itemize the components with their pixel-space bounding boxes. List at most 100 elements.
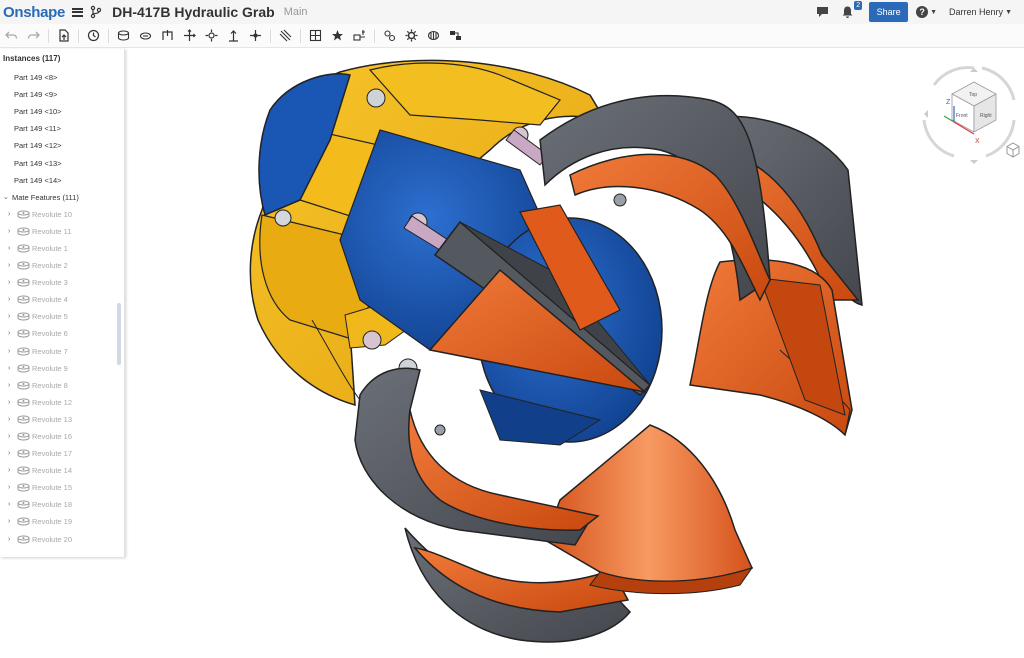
onshape-logo[interactable]: Onshape xyxy=(3,4,65,21)
mate-row[interactable]: › Revolute 6 xyxy=(0,325,124,342)
comments-icon[interactable] xyxy=(815,5,830,19)
undo-icon[interactable] xyxy=(2,27,20,45)
mate-label: Revolute 7 xyxy=(32,346,68,356)
instance-row[interactable]: Part 149 <12> xyxy=(0,137,124,154)
mate-row[interactable]: › Revolute 15 xyxy=(0,479,124,496)
chevron-right-icon[interactable]: › xyxy=(8,484,17,491)
instance-row[interactable]: Part 149 <11> xyxy=(0,120,124,137)
mate-features-group[interactable]: ⌄ Mate Features (111) xyxy=(0,189,124,206)
user-menu[interactable]: Darren Henry ▼ xyxy=(949,7,1012,17)
mate-icon[interactable] xyxy=(114,27,132,45)
chevron-right-icon[interactable]: › xyxy=(8,399,17,406)
chevron-right-icon[interactable]: › xyxy=(8,365,17,372)
mate-row[interactable]: › Revolute 3 xyxy=(0,274,124,291)
mate-label: Revolute 14 xyxy=(32,466,73,476)
redo-icon[interactable] xyxy=(24,27,42,45)
chevron-right-icon[interactable]: › xyxy=(8,536,17,543)
chevron-right-icon[interactable]: › xyxy=(8,467,17,474)
chevron-right-icon[interactable]: › xyxy=(8,518,17,525)
ball-icon[interactable] xyxy=(202,27,220,45)
group-icon[interactable] xyxy=(328,27,346,45)
cube-right-label: Right xyxy=(980,113,992,119)
chevron-right-icon[interactable]: › xyxy=(8,348,17,355)
named-views-icon[interactable] xyxy=(1005,142,1021,158)
chevron-right-icon[interactable]: › xyxy=(8,416,17,423)
mate-row[interactable]: › Revolute 17 xyxy=(0,445,124,462)
share-button[interactable]: Share xyxy=(869,2,909,22)
hydraulic-grab-model[interactable] xyxy=(125,49,1024,658)
revolute-mate-icon xyxy=(17,466,30,475)
planar-icon[interactable] xyxy=(180,27,198,45)
toolbar-divider xyxy=(300,28,301,43)
mate-label: Revolute 13 xyxy=(32,414,73,424)
gear-relation-icon[interactable] xyxy=(446,27,464,45)
panel-scrollbar[interactable] xyxy=(117,303,121,365)
mate-row[interactable]: › Revolute 14 xyxy=(0,462,124,479)
replicate-icon[interactable] xyxy=(380,27,398,45)
mate-label: Revolute 4 xyxy=(32,295,68,305)
chevron-right-icon[interactable]: › xyxy=(8,296,17,303)
mate-row[interactable]: › Revolute 12 xyxy=(0,394,124,411)
chevron-right-icon[interactable]: › xyxy=(8,450,17,457)
mate-row[interactable]: › Revolute 1 xyxy=(0,240,124,257)
mate-row[interactable]: › Revolute 5 xyxy=(0,308,124,325)
workspace-name[interactable]: Main xyxy=(284,6,308,18)
revolute-mate-icon xyxy=(17,347,30,356)
mate-row[interactable]: › Revolute 2 xyxy=(0,257,124,274)
mate-row[interactable]: › Revolute 18 xyxy=(0,496,124,513)
rotate-down-icon[interactable] xyxy=(970,160,978,164)
mate-row[interactable]: › Revolute 4 xyxy=(0,291,124,308)
instance-row[interactable]: Part 149 <13> xyxy=(0,154,124,171)
mate-row[interactable]: › Revolute 19 xyxy=(0,513,124,530)
instance-row[interactable]: Part 149 <10> xyxy=(0,103,124,120)
rotate-left-icon[interactable] xyxy=(924,110,928,118)
instance-row[interactable]: Part 149 <14> xyxy=(0,172,124,189)
mate-row[interactable]: › Revolute 13 xyxy=(0,411,124,428)
mate-row[interactable]: › Revolute 7 xyxy=(0,343,124,360)
notifications-icon[interactable]: 2 xyxy=(840,1,863,19)
chevron-right-icon[interactable]: › xyxy=(8,433,17,440)
chevron-right-icon[interactable]: › xyxy=(8,382,17,389)
chevron-right-icon[interactable]: › xyxy=(8,501,17,508)
revolute-mate-icon xyxy=(17,312,30,321)
cylindrical-icon[interactable] xyxy=(158,27,176,45)
instances-header[interactable]: Instances (117) xyxy=(0,49,124,69)
slider-icon[interactable] xyxy=(136,27,154,45)
fastened-icon[interactable] xyxy=(246,27,264,45)
chevron-right-icon[interactable]: › xyxy=(8,279,17,286)
chevron-right-icon[interactable]: › xyxy=(8,330,17,337)
mate-label: Revolute 17 xyxy=(32,449,73,459)
mate-row[interactable]: › Revolute 8 xyxy=(0,377,124,394)
document-title[interactable]: DH-417B Hydraulic Grab xyxy=(112,4,275,20)
history-icon[interactable] xyxy=(84,27,102,45)
graphics-viewport[interactable]: Top Front Right Z X xyxy=(125,49,1024,658)
chevron-right-icon[interactable]: › xyxy=(8,228,17,235)
mate-row[interactable]: › Revolute 9 xyxy=(0,360,124,377)
chevron-right-icon[interactable]: › xyxy=(8,313,17,320)
instance-label: Part 149 <14> xyxy=(14,175,62,185)
version-branch-icon[interactable] xyxy=(90,5,102,19)
pattern-icon[interactable] xyxy=(402,27,420,45)
parallel-icon[interactable] xyxy=(276,27,294,45)
revolute-mate-icon xyxy=(17,381,30,390)
chevron-right-icon[interactable]: › xyxy=(8,211,17,218)
help-menu[interactable]: ? ▼ xyxy=(916,6,937,18)
mate-connector-icon[interactable] xyxy=(350,27,368,45)
pin-slot-icon[interactable] xyxy=(224,27,242,45)
mate-row[interactable]: › Revolute 20 xyxy=(0,531,124,548)
revolute-mate-icon xyxy=(17,227,30,236)
mate-row[interactable]: › Revolute 10 xyxy=(0,206,124,223)
relation-icon[interactable] xyxy=(306,27,324,45)
insert-icon[interactable] xyxy=(54,27,72,45)
jaw-bottom-center[interactable] xyxy=(544,424,754,595)
chevron-right-icon[interactable]: › xyxy=(8,262,17,269)
menu-icon[interactable] xyxy=(72,7,84,17)
instance-label: Part 149 <11> xyxy=(14,124,61,134)
chevron-right-icon[interactable]: › xyxy=(8,245,17,252)
jaw-right-lower[interactable] xyxy=(689,259,853,437)
explode-icon[interactable] xyxy=(424,27,442,45)
instance-row[interactable]: Part 149 <8> xyxy=(0,69,124,86)
mate-row[interactable]: › Revolute 16 xyxy=(0,428,124,445)
instance-row[interactable]: Part 149 <9> xyxy=(0,86,124,103)
mate-row[interactable]: › Revolute 11 xyxy=(0,223,124,240)
